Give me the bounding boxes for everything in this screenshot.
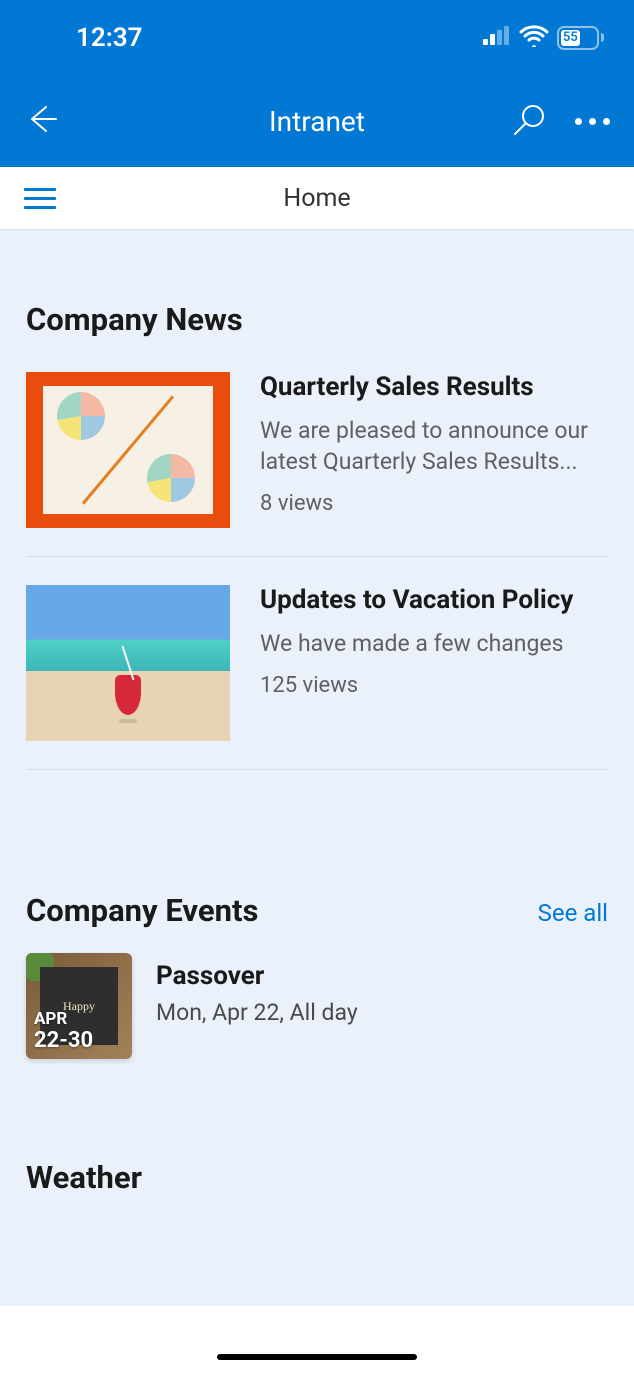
news-item[interactable]: Quarterly Sales Results We are pleased t… <box>26 366 608 557</box>
company-events-heading: Company Events <box>26 892 258 947</box>
page-title: Intranet <box>269 105 365 138</box>
battery-indicator: 55 <box>557 26 604 50</box>
event-badge-days: 22-30 <box>34 1029 93 1053</box>
sub-header: Home <box>0 167 634 229</box>
wifi-icon <box>519 25 549 51</box>
news-thumbnail <box>26 585 230 741</box>
company-news-heading: Company News <box>26 229 608 366</box>
status-bar: 12:37 55 <box>0 0 634 75</box>
more-options-button[interactable] <box>575 118 610 125</box>
battery-level: 55 <box>561 30 580 46</box>
event-thumbnail: Happy APR 22-30 <box>26 953 132 1059</box>
sub-header-title: Home <box>0 184 634 213</box>
weather-section: Weather <box>26 1059 608 1224</box>
see-all-link[interactable]: See all <box>538 899 608 927</box>
news-title: Updates to Vacation Policy <box>260 585 608 616</box>
news-views: 125 views <box>260 673 608 698</box>
drink-icon <box>115 675 141 715</box>
event-meta: Mon, Apr 22, All day <box>156 999 358 1026</box>
home-indicator[interactable] <box>217 1354 417 1360</box>
event-date-badge: APR 22-30 <box>34 1010 93 1053</box>
news-item[interactable]: Updates to Vacation Policy We have made … <box>26 579 608 770</box>
bottom-safe-area <box>0 1306 634 1374</box>
news-thumbnail <box>26 372 230 528</box>
back-button[interactable] <box>24 101 60 141</box>
news-excerpt: We are pleased to announce our latest Qu… <box>260 415 608 477</box>
news-title: Quarterly Sales Results <box>260 372 608 403</box>
content-area[interactable]: Company News Quarterly Sales Results We … <box>0 229 634 1374</box>
pie-chart-icon <box>147 454 195 502</box>
app-header: Intranet <box>0 75 634 167</box>
company-events-section: Company Events See all Happy APR 22-30 P… <box>26 792 608 1059</box>
event-item[interactable]: Happy APR 22-30 Passover Mon, Apr 22, Al… <box>26 947 608 1059</box>
news-excerpt: We have made a few changes <box>260 628 608 659</box>
cellular-signal-icon <box>483 25 511 51</box>
event-badge-month: APR <box>34 1010 93 1029</box>
weather-heading: Weather <box>26 1059 608 1224</box>
menu-button[interactable] <box>24 188 56 209</box>
news-views: 8 views <box>260 491 608 516</box>
status-indicators: 55 <box>483 25 604 51</box>
search-button[interactable] <box>513 102 547 140</box>
pie-chart-icon <box>57 392 105 440</box>
status-time: 12:37 <box>76 23 143 53</box>
company-news-section: Company News Quarterly Sales Results We … <box>26 229 608 770</box>
event-title: Passover <box>156 961 358 991</box>
